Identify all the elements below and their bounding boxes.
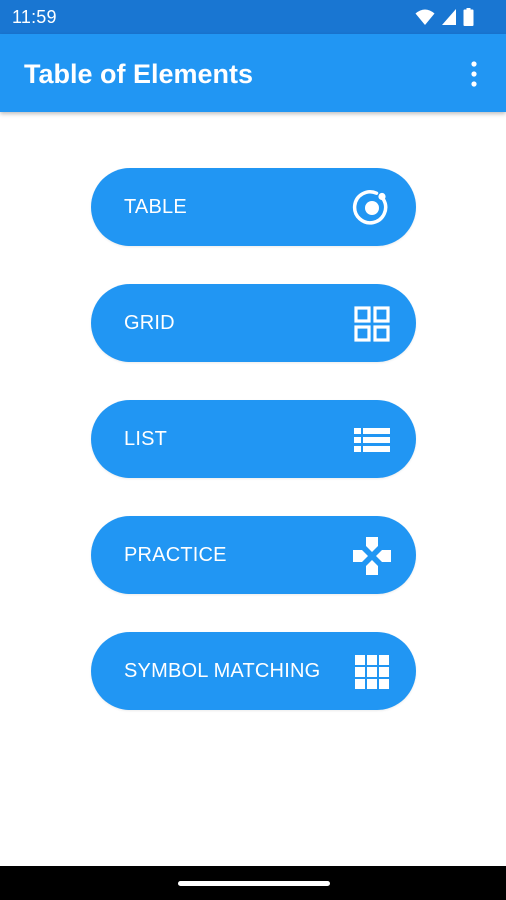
status-bar: 11:59 (0, 0, 506, 34)
apps-grid-icon (352, 652, 392, 692)
home-gesture-handle[interactable] (178, 881, 330, 886)
status-icons (415, 8, 474, 26)
battery-icon (463, 8, 474, 26)
table-button-label: TABLE (124, 196, 187, 218)
main-menu: TABLE GRID LIST PRACTICE SYMBOL MATCHING (91, 168, 416, 748)
list-icon (352, 420, 392, 460)
system-nav-bar (0, 866, 506, 900)
list-button-label: LIST (124, 428, 168, 450)
gamepad-icon (352, 536, 392, 576)
app-title: Table of Elements (24, 59, 254, 89)
app-bar: Table of Elements (0, 34, 506, 112)
practice-button-label: PRACTICE (124, 544, 227, 566)
symbol-matching-button[interactable]: SYMBOL MATCHING (91, 632, 416, 710)
symbol-matching-button-label: SYMBOL MATCHING (124, 660, 321, 682)
grid-button-label: GRID (124, 312, 175, 334)
status-time: 11:59 (12, 7, 57, 27)
table-button[interactable]: TABLE (91, 168, 416, 246)
grid-button[interactable]: GRID (91, 284, 416, 362)
atom-ring-icon (352, 188, 392, 228)
more-vert-icon[interactable] (464, 61, 484, 87)
practice-button[interactable]: PRACTICE (91, 516, 416, 594)
grid-icon (352, 304, 392, 344)
cell-signal-icon (441, 8, 457, 26)
list-button[interactable]: LIST (91, 400, 416, 478)
wifi-icon (415, 8, 435, 26)
